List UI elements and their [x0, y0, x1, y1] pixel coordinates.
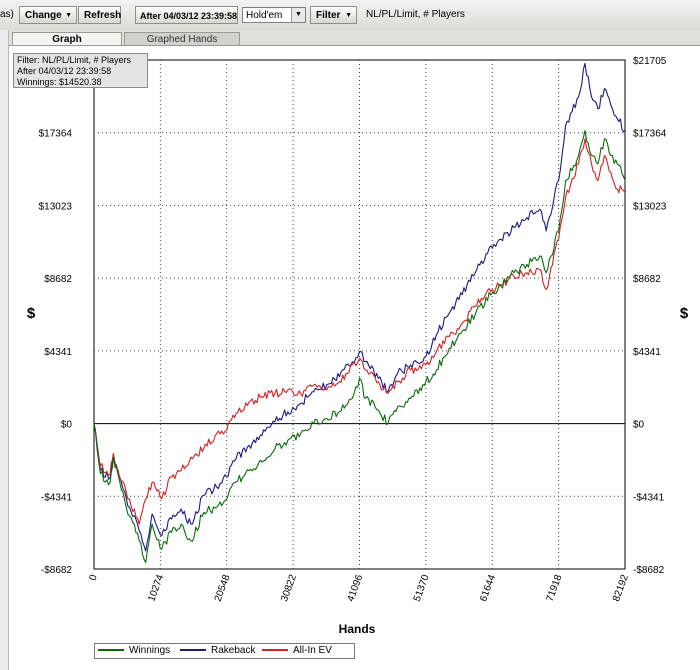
x-tick-label: 30822 — [279, 573, 299, 603]
y-tick-label-left: $0 — [61, 420, 73, 431]
info-date-line: After 04/03/12 23:39:58 — [17, 66, 112, 77]
x-tick-label: 51370 — [412, 573, 432, 603]
legend-swatch-rakeback — [180, 649, 206, 652]
x-tick-label: 0 — [88, 573, 100, 582]
x-tick-label: 82192 — [611, 573, 631, 603]
y-tick-label-right: -$8682 — [633, 565, 665, 576]
y-tick-label-right: $0 — [633, 420, 645, 431]
legend-label-rakeback: Rakeback — [211, 645, 256, 656]
y-axis-label-left: $ — [27, 305, 36, 322]
info-winnings-line: Winnings: $14520.38 — [17, 77, 102, 88]
y-axis-label-right: $ — [680, 305, 689, 322]
info-filter-line: Filter: NL/PL/Limit, # Players — [17, 55, 132, 65]
y-tick-label-left: -$4341 — [41, 492, 73, 503]
x-axis-label: Hands — [339, 622, 376, 636]
y-tick-label-left: $8682 — [44, 274, 72, 285]
y-tick-right-top: $21705 — [633, 56, 667, 67]
legend-swatch-winnings — [98, 649, 124, 652]
y-tick-label-right: $4341 — [633, 347, 661, 358]
legend-label-winnings: Winnings — [129, 645, 171, 656]
y-tick-label-left: -$8682 — [41, 565, 73, 576]
x-tick-label: 41096 — [345, 573, 365, 603]
x-tick-label: 10274 — [146, 573, 166, 603]
legend-item-winnings: Winnings — [98, 644, 170, 658]
x-tick-label: 71918 — [545, 573, 565, 603]
y-tick-label-right: $17364 — [633, 129, 667, 140]
y-tick-label-left: $13023 — [39, 201, 73, 212]
chart-legend: Winnings Rakeback All-In EV — [94, 643, 355, 659]
legend-item-all-in-ev: All-In EV — [262, 644, 332, 658]
x-tick-label: 61644 — [478, 573, 498, 603]
y-tick-label-left: $17364 — [39, 129, 73, 140]
y-tick-label-right: $8682 — [633, 274, 661, 285]
legend-label-all-in-ev: All-In EV — [293, 645, 332, 656]
winnings-chart: 0 10274 20548 30822 41096 51370 61644 71918 8219… — [27, 56, 689, 636]
y-tick-label-right: -$4341 — [633, 492, 665, 503]
y-tick-label-left: $4341 — [44, 347, 72, 358]
y-tick-label-right: $13023 — [633, 201, 667, 212]
graph-info-box: Filter: NL/PL/Limit, # Players After 04/… — [13, 53, 148, 88]
legend-swatch-all-in-ev — [262, 649, 288, 652]
x-tick-label: 20548 — [213, 573, 233, 603]
legend-item-rakeback: Rakeback — [180, 644, 255, 658]
